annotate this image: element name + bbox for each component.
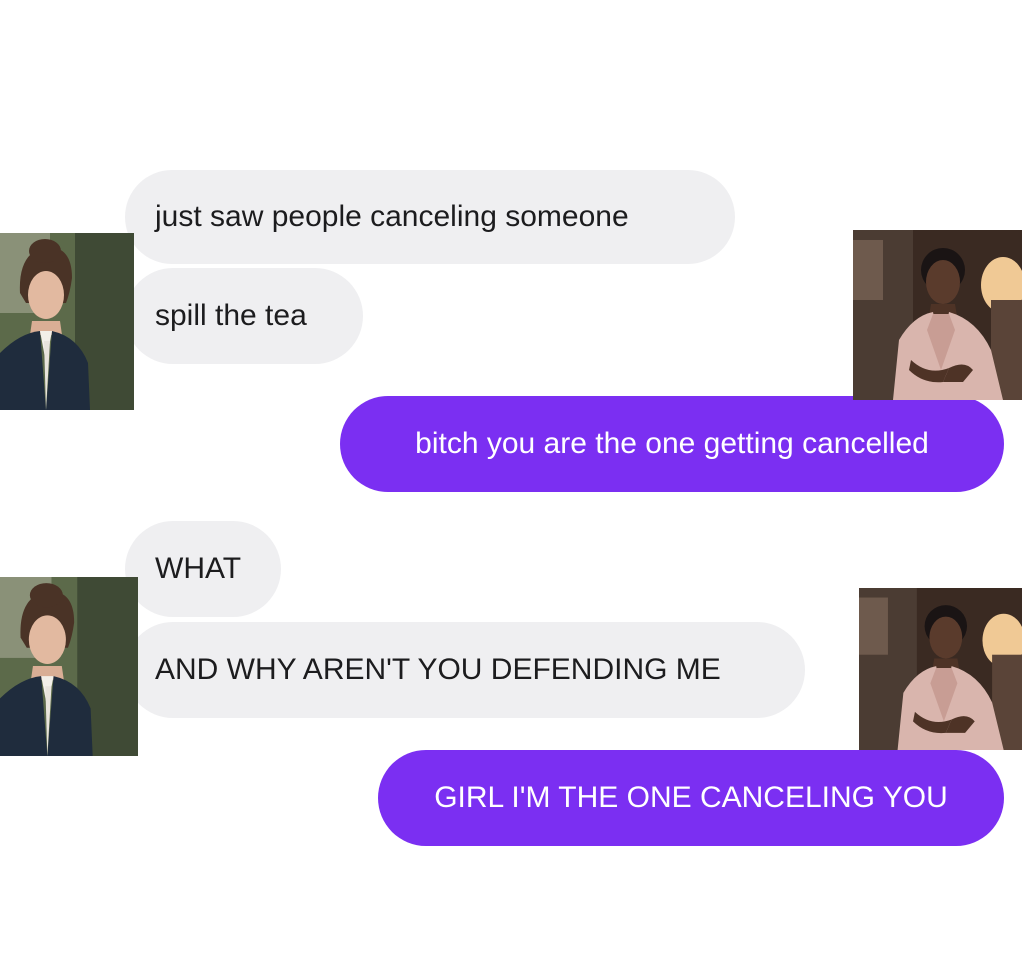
message-text: spill the tea [155, 299, 307, 332]
woman-in-pink-coat-portrait-icon [859, 588, 1022, 750]
incoming-message-bubble: AND WHY AREN'T YOU DEFENDING ME [125, 622, 805, 718]
outgoing-message-bubble: GIRL I'M THE ONE CANCELING YOU [378, 750, 1004, 846]
incoming-message-bubble: just saw people canceling someone [125, 170, 735, 264]
message-text: bitch you are the one getting cancelled [415, 427, 929, 460]
message-text: GIRL I'M THE ONE CANCELING YOU [434, 781, 948, 814]
message-text: AND WHY AREN'T YOU DEFENDING ME [155, 653, 721, 686]
incoming-message-bubble: WHAT [125, 521, 281, 617]
woman-in-pink-coat-portrait-icon [853, 230, 1022, 400]
message-text: just saw people canceling someone [155, 200, 629, 233]
outgoing-message-bubble: bitch you are the one getting cancelled [340, 396, 1004, 492]
message-text: WHAT [155, 552, 242, 585]
woman-in-navy-blazer-portrait-icon [0, 577, 138, 756]
woman-in-navy-blazer-portrait-icon [0, 233, 134, 410]
incoming-message-bubble: spill the tea [125, 268, 363, 364]
